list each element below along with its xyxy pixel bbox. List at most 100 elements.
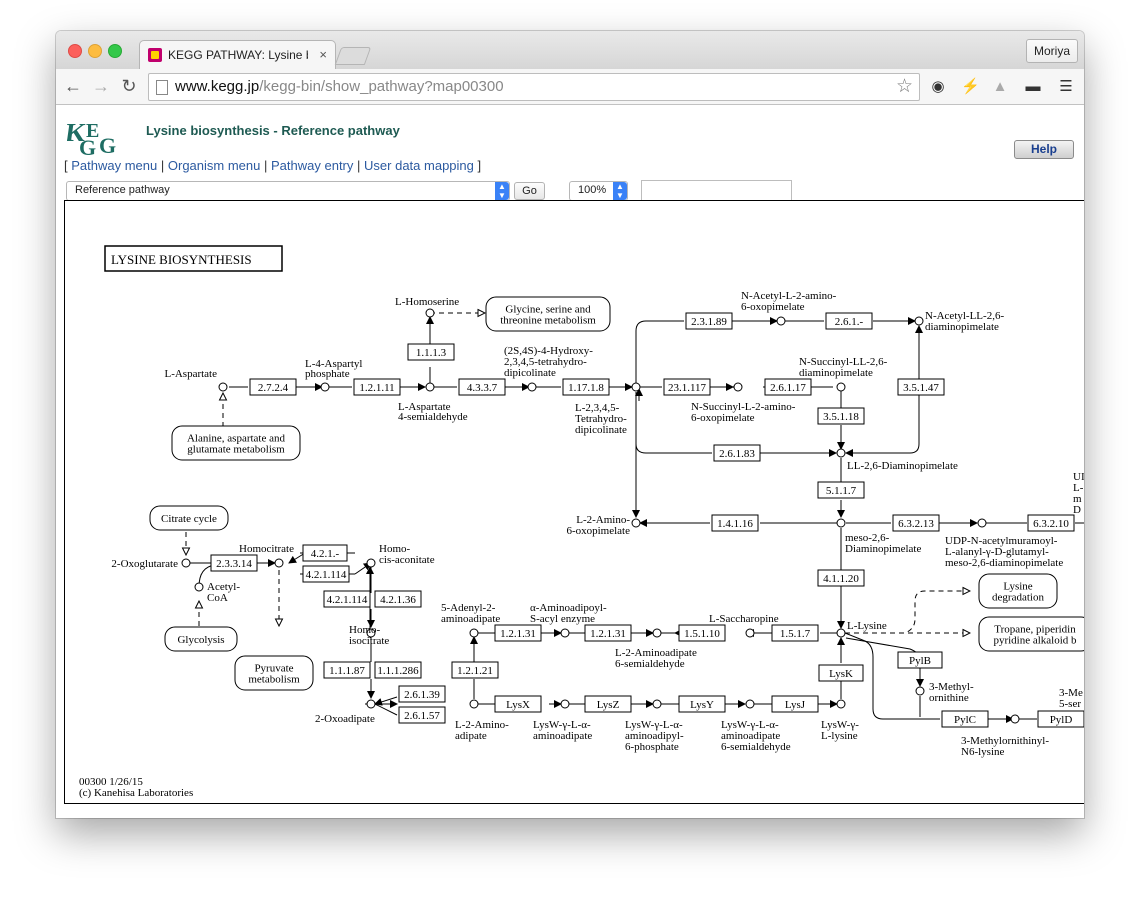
compound-node[interactable] [914,316,924,326]
zoom-chevron-icon: ▲ ▼ [613,182,627,200]
drive-icon[interactable]: ▲ [991,78,1009,95]
organism-select[interactable]: Reference pathway ▲ ▼ [66,181,510,201]
compound-node[interactable] [836,382,846,392]
compound-node[interactable] [320,382,330,392]
menu-icon[interactable]: ☰ [1057,78,1075,95]
bookmark-star-icon[interactable]: ☆ [896,75,913,98]
menu-separator: | [357,158,361,173]
menu-separator: | [160,158,165,173]
lightning-icon[interactable]: ⚡ [961,78,980,95]
enzyme-label: 4.2.1.114 [306,569,347,581]
compound-node[interactable] [274,558,284,568]
compound-label: 6-semialdehyde [721,741,791,753]
svg-text:G: G [99,133,116,157]
enzyme-label: 2.6.1.- [835,316,864,328]
compound-label: adipate [455,730,487,742]
kegg-favicon-icon [148,48,162,62]
compound-node[interactable] [194,582,204,592]
compound-node[interactable] [366,558,376,568]
compound-node[interactable] [560,699,570,709]
compound-node[interactable] [836,699,846,709]
incognito-icon[interactable]: ▬ [1024,78,1042,95]
compound-node[interactable] [1010,714,1020,724]
extension-icon[interactable]: ◉ [929,78,947,95]
compound-node[interactable] [469,628,479,638]
enzyme-label: 2.3.1.89 [691,316,727,328]
search-input[interactable] [641,180,792,201]
select-chevron-icon: ▲ ▼ [495,182,509,200]
enzyme-label: 2.6.1.57 [404,710,440,722]
compound-node[interactable] [469,699,479,709]
compound-node[interactable] [652,628,662,638]
compound-label: D [1073,504,1081,516]
compound-node[interactable] [527,382,537,392]
compound-label: N6-lysine [961,746,1005,758]
pathway-map: LYSINE BIOSYNTHESIS 2.7.2.4 1.2.1.11 4.3.3.… [64,200,1084,804]
compound-label: L-Lysine [847,620,887,632]
enzyme-label: LysY [690,699,714,711]
compound-label: LL-2,6-Diaminopimelate [847,460,958,472]
forward-arrow-icon[interactable]: → [90,75,112,97]
enzyme-label: 1.1.1.286 [377,665,419,677]
browser-tab[interactable]: KEGG PATHWAY: Lysine bio × [139,40,336,70]
help-button[interactable]: Help [1014,140,1074,159]
organism-menu-link[interactable]: Organism menu [168,158,260,173]
enzyme-label: 2.6.1.39 [404,689,440,701]
close-window-button[interactable] [68,44,82,58]
url-host: www.kegg.jp [175,78,260,95]
enzyme-label: LysX [506,699,530,711]
kegg-logo[interactable]: K E G G [67,115,137,157]
compound-node[interactable] [977,518,987,528]
compound-label: isocitrate [349,635,389,647]
compound-node[interactable] [218,382,228,392]
compound-node[interactable] [745,699,755,709]
compound-node[interactable] [836,628,846,638]
minimize-window-button[interactable] [88,44,102,58]
back-arrow-icon[interactable]: ← [62,75,84,97]
new-tab-button[interactable] [334,47,372,65]
compound-node[interactable] [560,628,570,638]
map-link-label: glutamate metabolism [187,444,285,456]
compound-label: phosphate [305,368,350,380]
enzyme-label: LysZ [597,699,620,711]
reload-icon[interactable]: ↻ [118,75,140,97]
pathway-menu-link[interactable]: Pathway menu [71,158,157,173]
compound-node[interactable] [915,686,925,696]
profile-button[interactable]: Moriya [1025,39,1078,63]
bracket-close: ] [477,158,482,173]
go-button[interactable]: Go [514,182,545,200]
compound-label: L-Aspartate [164,368,217,380]
page-content: K E G G Lysine biosynthesis - Reference … [56,105,1084,818]
enzyme-label: 2.3.3.14 [216,558,252,570]
compound-node[interactable] [776,316,786,326]
organism-select-value: Reference pathway [75,184,170,196]
compound-node[interactable] [425,308,435,318]
compound-label: (c) Kanehisa Laboratories [79,787,193,799]
compound-node[interactable] [836,448,846,458]
map-link-label: Citrate cycle [161,513,217,525]
compound-label: L-Saccharopine [709,613,779,625]
enzyme-label: LysK [829,668,853,680]
maximize-window-button[interactable] [108,44,122,58]
compound-node[interactable] [745,628,755,638]
user-data-mapping-link[interactable]: User data mapping [364,158,474,173]
browser-window: KEGG PATHWAY: Lysine bio × Moriya ← → ↻ … [56,31,1084,818]
enzyme-label: 1.1.1.3 [416,347,447,359]
compound-node[interactable] [366,699,376,709]
compound-node[interactable] [425,382,435,392]
address-bar[interactable]: www.kegg.jp/kegg-bin/show_pathway?map003… [148,73,920,101]
compound-node[interactable] [631,382,641,392]
compound-node[interactable] [631,518,641,528]
tab-close-icon[interactable]: × [319,47,327,62]
compound-node[interactable] [652,699,662,709]
compound-node[interactable] [836,518,846,528]
enzyme-label: 2.6.1.17 [770,382,806,394]
bracket-open: [ [64,158,68,173]
pathway-entry-link[interactable]: Pathway entry [271,158,353,173]
enzyme-label: 4.2.1.114 [327,594,368,606]
zoom-select[interactable]: 100% ▲ ▼ [569,181,628,201]
compound-node[interactable] [733,382,743,392]
compound-label: 4-semialdehyde [398,411,468,423]
compound-node[interactable] [181,558,191,568]
reaction-line [374,696,398,706]
